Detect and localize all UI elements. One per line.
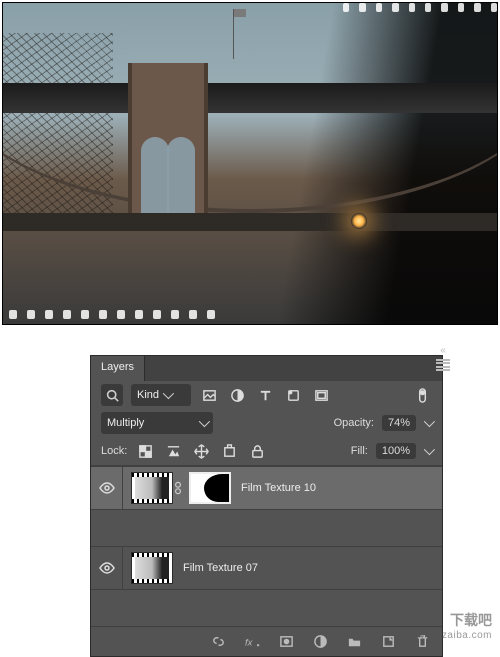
blend-mode-value: Multiply bbox=[107, 417, 144, 429]
layer-gap bbox=[91, 510, 442, 546]
layer-row[interactable]: Film Texture 07 bbox=[91, 546, 442, 590]
sun-glow bbox=[351, 213, 367, 229]
layers-panel-wrapper: « Layers Kind Multiply bbox=[90, 345, 450, 657]
layer-list: Film Texture 10 Film Texture 07 bbox=[91, 466, 442, 626]
layer-thumbnail[interactable] bbox=[131, 552, 173, 584]
lock-position-icon[interactable] bbox=[191, 441, 211, 461]
layer-name[interactable]: Film Texture 10 bbox=[241, 482, 316, 494]
visibility-toggle[interactable] bbox=[91, 466, 123, 510]
flagpole bbox=[233, 9, 234, 59]
film-perforation-bottom bbox=[3, 310, 497, 324]
chevron-down-icon[interactable] bbox=[424, 444, 435, 455]
fx-icon[interactable]: fx bbox=[242, 632, 262, 652]
bridge-illustration bbox=[3, 83, 497, 243]
tab-layers[interactable]: Layers bbox=[91, 356, 145, 381]
group-icon[interactable] bbox=[344, 632, 364, 652]
chevron-down-icon[interactable] bbox=[424, 416, 435, 427]
layer-thumbnail[interactable] bbox=[131, 472, 173, 504]
type-filter-icon[interactable] bbox=[255, 385, 275, 405]
lock-all-icon[interactable] bbox=[247, 441, 267, 461]
filter-kind-select[interactable]: Kind bbox=[131, 384, 191, 406]
visibility-toggle[interactable] bbox=[91, 546, 123, 590]
document-canvas[interactable] bbox=[2, 2, 498, 325]
lock-label: Lock: bbox=[101, 445, 127, 457]
fill-label: Fill: bbox=[351, 445, 368, 457]
watermark-line1: 下载吧 bbox=[402, 610, 492, 630]
link-layers-icon[interactable] bbox=[208, 632, 228, 652]
layer-gap bbox=[91, 590, 442, 626]
filter-search-icon[interactable] bbox=[101, 384, 123, 406]
blend-opacity-row: Multiply Opacity: 74% bbox=[91, 409, 442, 437]
panel-menu-icon[interactable] bbox=[436, 359, 450, 371]
mask-link-icon[interactable] bbox=[173, 481, 183, 495]
opacity-label: Opacity: bbox=[334, 417, 374, 429]
collapse-panel-icon[interactable]: « bbox=[436, 345, 450, 359]
opacity-value[interactable]: 74% bbox=[382, 415, 416, 431]
watermark: 下载吧 www.xiazaiba.com bbox=[402, 610, 492, 641]
adjustment-filter-icon[interactable] bbox=[227, 385, 247, 405]
layer-name[interactable]: Film Texture 07 bbox=[183, 562, 258, 574]
svg-text:fx: fx bbox=[245, 637, 253, 647]
lock-fill-row: Lock: Fill: 100% bbox=[91, 437, 442, 465]
lock-image-icon[interactable] bbox=[163, 441, 183, 461]
layers-footer: fx bbox=[91, 626, 442, 656]
layer-filter-row: Kind bbox=[91, 381, 442, 409]
blend-mode-select[interactable]: Multiply bbox=[101, 412, 213, 434]
layer-row[interactable]: Film Texture 10 bbox=[91, 466, 442, 510]
layer-mask-thumbnail[interactable] bbox=[189, 472, 231, 504]
lock-transparency-icon[interactable] bbox=[135, 441, 155, 461]
smartobject-filter-icon[interactable] bbox=[311, 385, 331, 405]
shape-filter-icon[interactable] bbox=[283, 385, 303, 405]
chevron-down-icon bbox=[199, 416, 210, 427]
mask-icon[interactable] bbox=[276, 632, 296, 652]
layers-panel: Layers Kind Multiply bbox=[90, 355, 443, 657]
fill-value[interactable]: 100% bbox=[376, 443, 416, 459]
lock-artboard-icon[interactable] bbox=[219, 441, 239, 461]
filter-toggle-switch[interactable] bbox=[412, 385, 432, 405]
filter-kind-label: Kind bbox=[137, 389, 159, 401]
panel-tabbar: Layers bbox=[91, 356, 442, 381]
film-perforation-top bbox=[3, 3, 497, 17]
new-layer-icon[interactable] bbox=[378, 632, 398, 652]
chevron-down-icon bbox=[163, 388, 174, 399]
adjustment-layer-icon[interactable] bbox=[310, 632, 330, 652]
image-filter-icon[interactable] bbox=[199, 385, 219, 405]
watermark-line2: www.xiazaiba.com bbox=[402, 630, 492, 641]
